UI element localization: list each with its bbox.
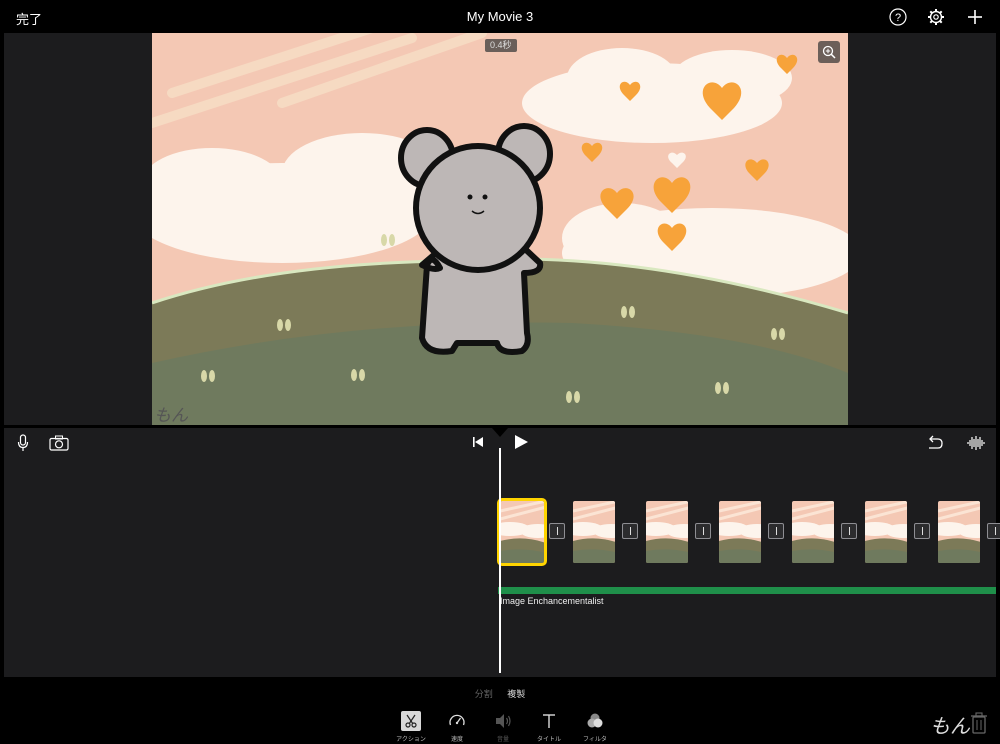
play-icon[interactable] (510, 432, 532, 452)
tab-action[interactable]: アクション (394, 711, 428, 743)
timeline-clip[interactable] (865, 501, 907, 563)
plus-icon[interactable] (965, 7, 985, 27)
timeline-clip[interactable] (646, 501, 688, 563)
tab-title[interactable]: タイトル (532, 711, 566, 743)
transition-button[interactable] (549, 523, 565, 539)
tool-tabs: アクション 速度 音量 タイトル フィルタ (394, 711, 612, 743)
transition-button[interactable] (914, 523, 930, 539)
scissors-icon (401, 711, 421, 731)
tab-speed[interactable]: 速度 (440, 711, 474, 743)
tab-label: 音量 (496, 737, 509, 743)
tab-label: 速度 (450, 737, 463, 743)
split-button[interactable]: 分割 (475, 689, 493, 699)
transition-button[interactable] (841, 523, 857, 539)
svg-text:?: ? (895, 12, 901, 24)
audio-track-label: Image Enchancementalist (500, 596, 604, 606)
speedometer-icon (447, 711, 467, 731)
timeline-clip[interactable] (573, 501, 615, 563)
tab-label: タイトル (536, 737, 561, 743)
undo-icon[interactable] (924, 433, 946, 453)
magnifier-plus-icon[interactable] (818, 41, 840, 63)
watermark-signature: もん (930, 714, 970, 738)
microphone-icon[interactable] (14, 433, 32, 453)
timeline-clip[interactable] (792, 501, 834, 563)
skip-to-start-icon[interactable] (470, 434, 486, 450)
audio-track[interactable] (498, 587, 996, 594)
clip-sub-actions: 分割 複製 (4, 687, 996, 700)
transition-button[interactable] (622, 523, 638, 539)
camera-icon[interactable] (48, 433, 70, 453)
transition-button[interactable] (768, 523, 784, 539)
top-bar: 完了 My Movie 3 ? (0, 0, 1000, 33)
playhead-line[interactable] (499, 448, 501, 673)
title-t-icon (539, 711, 559, 731)
timeline-clip[interactable] (719, 501, 761, 563)
help-icon[interactable]: ? (888, 7, 908, 27)
tab-filter[interactable]: フィルタ (578, 711, 612, 743)
tab-volume[interactable]: 音量 (486, 711, 520, 743)
video-viewer: もん 0.4秒 (4, 33, 996, 425)
duration-badge: 0.4秒 (485, 39, 517, 52)
waveform-icon[interactable] (964, 433, 988, 453)
preview-image (152, 33, 848, 425)
speaker-icon (493, 711, 513, 731)
transition-button[interactable] (987, 523, 1000, 539)
timeline: Image Enchancementalist (4, 425, 1000, 677)
project-title: My Movie 3 (466, 9, 534, 24)
duplicate-button[interactable]: 複製 (507, 689, 525, 699)
timeline-clip[interactable] (938, 501, 980, 563)
playhead-marker (492, 428, 508, 437)
transition-button[interactable] (695, 523, 711, 539)
signature-watermark: もん (154, 406, 188, 425)
preview-frame: もん 0.4秒 (152, 33, 848, 425)
filter-circles-icon (585, 711, 605, 731)
bottom-toolbar: 分割 複製 アクション 速度 音量 タイトル フィルタ もん (4, 677, 996, 744)
timeline-clip[interactable] (497, 498, 547, 566)
trash-icon[interactable] (970, 712, 988, 734)
gear-icon[interactable] (926, 7, 946, 27)
tab-label: アクション (396, 737, 426, 743)
tab-label: フィルタ (583, 737, 607, 743)
